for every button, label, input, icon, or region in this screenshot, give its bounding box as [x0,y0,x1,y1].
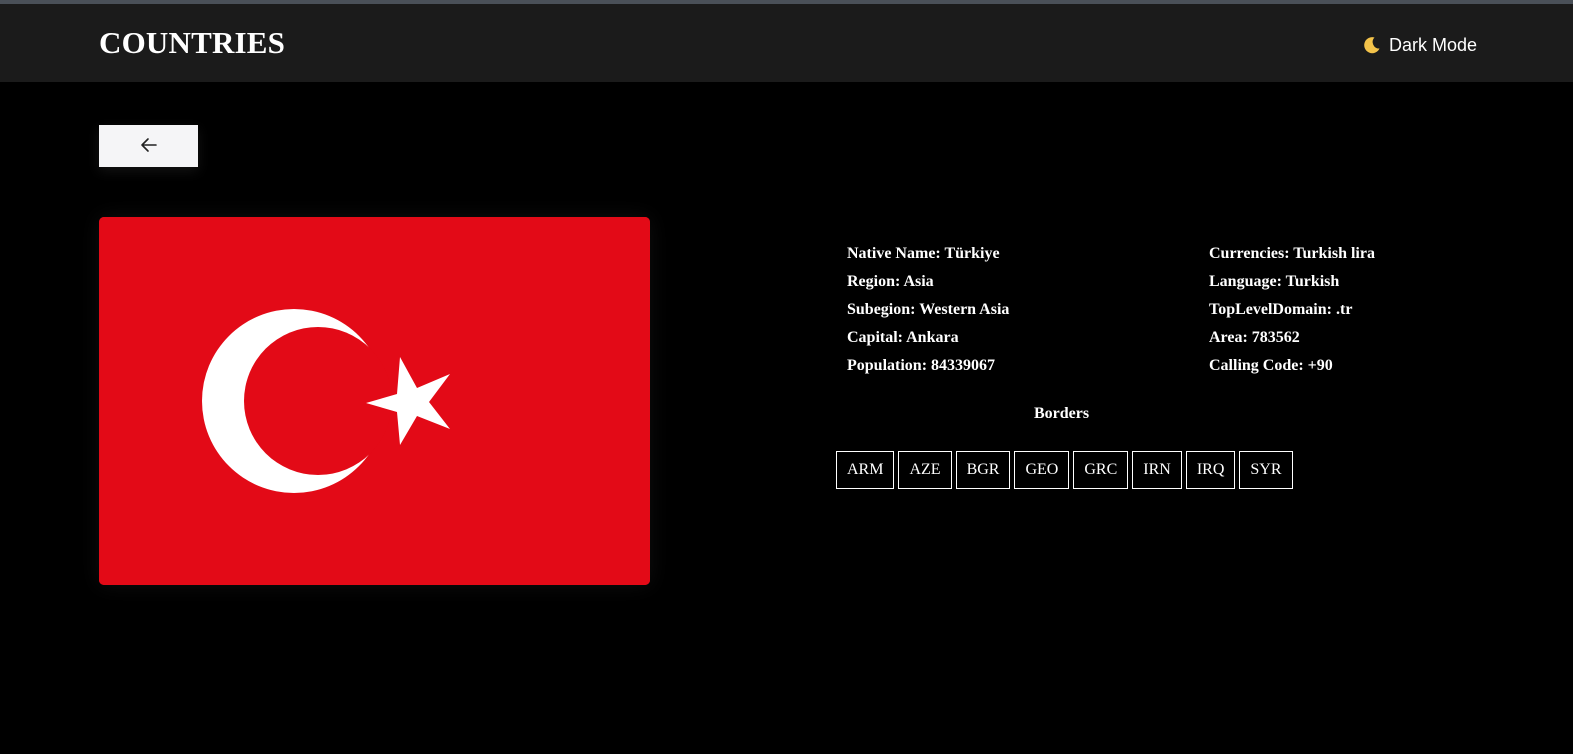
detail-language: Language: Turkish [1209,273,1340,290]
border-country-button[interactable]: AZE [898,451,952,489]
moon-icon [1362,35,1382,55]
detail-area: Area: 783562 [1209,329,1300,346]
app-header: COUNTRIES Dark Mode [0,4,1573,82]
details-right-column: Currencies: Turkish lira Language: Turki… [1209,243,1375,383]
dark-mode-label: Dark Mode [1389,34,1478,55]
border-country-button[interactable]: ARM [836,451,895,489]
border-countries-list: ARM AZE BGR GEO GRC IRN IRQ SYR [836,451,1297,489]
detail-capital: Capital: Ankara [847,329,959,346]
detail-top-level-domain: TopLevelDomain: .tr [1209,301,1353,318]
country-flag [99,217,650,585]
border-country-button[interactable]: GRC [1073,451,1129,489]
border-country-button[interactable]: SYR [1239,451,1293,489]
detail-region: Region: Asia [847,273,934,290]
border-country-button[interactable]: IRN [1132,451,1182,489]
detail-native-name: Native Name: Türkiye [847,245,1000,262]
detail-population: Population: 84339067 [847,357,996,374]
back-button[interactable] [99,125,198,167]
app-title[interactable]: COUNTRIES [99,24,285,62]
dark-mode-toggle[interactable]: Dark Mode [1362,32,1477,58]
detail-calling-code: Calling Code: +90 [1209,357,1333,374]
arrow-left-icon [140,137,158,156]
detail-currencies: Currencies: Turkish lira [1209,245,1375,262]
details-left-column: Native Name: Türkiye Region: Asia Subegi… [847,243,1009,383]
border-country-button[interactable]: BGR [955,451,1011,489]
border-country-button[interactable]: IRQ [1185,451,1236,489]
detail-subregion: Subegion: Western Asia [847,301,1010,318]
border-country-button[interactable]: GEO [1014,451,1070,489]
flag-emblem [99,217,650,585]
country-details: Native Name: Türkiye Region: Asia Subegi… [847,243,1407,383]
borders-heading: Borders [1034,405,1090,422]
